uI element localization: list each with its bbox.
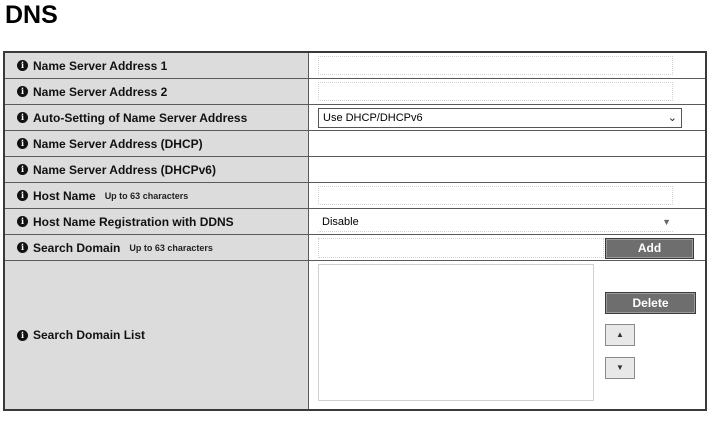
chevron-down-icon: ⌄ (667, 112, 677, 124)
label-cell: i Host Name Up to 63 characters (3, 182, 309, 209)
name-server-1-label: Name Server Address 1 (33, 58, 168, 73)
label-cell: i Name Server Address 1 (3, 51, 309, 79)
move-up-button[interactable]: ▲ (605, 324, 635, 346)
move-down-button[interactable]: ▼ (605, 357, 635, 379)
dhcpv6-label: Name Server Address (DHCPv6) (33, 162, 216, 177)
value-cell (308, 78, 707, 105)
auto-setting-select[interactable]: Use DHCP/DHCPv6 ⌄ (318, 108, 682, 128)
dns-settings-table: i Name Server Address 1 i Name Server Addr… (3, 51, 707, 411)
value-cell: Disable ▼ (308, 208, 707, 235)
host-name-note: Up to 63 characters (104, 190, 189, 201)
label-cell: i Name Server Address (DHCPv6) (3, 156, 309, 183)
row-search-domain: i Search Domain Up to 63 characters Add (3, 234, 707, 261)
label-cell: i Auto-Setting of Name Server Address (3, 104, 309, 131)
label-cell: i Search Domain List (3, 260, 309, 411)
info-icon[interactable]: i (17, 86, 28, 97)
row-search-domain-list: i Search Domain List Delete ▲ ▼ (3, 260, 707, 411)
ddns-selected-value: Disable (322, 216, 359, 228)
search-domain-label: Search Domain (33, 240, 121, 255)
delete-button[interactable]: Delete (605, 292, 696, 314)
add-button[interactable]: Add (605, 238, 694, 259)
label-cell: i Host Name Registration with DDNS (3, 208, 309, 235)
dhcp-label: Name Server Address (DHCP) (33, 136, 203, 151)
label-cell: i Name Server Address (DHCP) (3, 130, 309, 157)
info-icon[interactable]: i (17, 329, 28, 341)
ddns-label: Host Name Registration with DDNS (33, 214, 234, 229)
label-cell: i Search Domain Up to 63 characters (3, 234, 309, 261)
info-icon[interactable]: i (17, 164, 28, 175)
row-ddns: i Host Name Registration with DDNS Disabl… (3, 208, 707, 235)
info-icon[interactable]: i (17, 242, 28, 253)
search-domain-input[interactable] (318, 238, 604, 258)
name-server-2-label: Name Server Address 2 (33, 84, 168, 99)
info-icon[interactable]: i (17, 216, 28, 227)
value-cell: Use DHCP/DHCPv6 ⌄ (308, 104, 707, 131)
arrow-down-icon: ▼ (616, 363, 624, 372)
row-name-server-2: i Name Server Address 2 (3, 78, 707, 105)
row-dhcp: i Name Server Address (DHCP) (3, 130, 707, 157)
info-icon[interactable]: i (17, 112, 28, 123)
page-title: DNS (5, 1, 58, 29)
ddns-select[interactable]: Disable ▼ (318, 212, 673, 232)
value-cell: Add (308, 234, 707, 261)
name-server-2-input[interactable] (318, 82, 673, 101)
search-domain-listbox[interactable] (318, 264, 594, 401)
search-domain-list-label: Search Domain List (33, 328, 146, 342)
search-domain-note: Up to 63 characters (129, 242, 213, 253)
info-icon[interactable]: i (17, 60, 28, 71)
name-server-1-input[interactable] (318, 56, 673, 75)
info-icon[interactable]: i (17, 138, 28, 149)
row-host-name: i Host Name Up to 63 characters (3, 182, 707, 209)
info-icon[interactable]: i (17, 190, 28, 201)
dhcp-value (308, 130, 707, 157)
row-auto-setting: i Auto-Setting of Name Server Address Use… (3, 104, 707, 131)
row-name-server-1: i Name Server Address 1 (3, 51, 707, 79)
value-cell: Delete ▲ ▼ (308, 260, 707, 411)
dhcpv6-value (308, 156, 707, 183)
value-cell (308, 182, 707, 209)
label-cell: i Name Server Address 2 (3, 78, 309, 105)
host-name-input[interactable] (318, 186, 673, 205)
arrow-up-icon: ▲ (616, 330, 624, 339)
chevron-down-icon: ▼ (662, 217, 671, 227)
auto-setting-label: Auto-Setting of Name Server Address (33, 110, 248, 125)
row-dhcpv6: i Name Server Address (DHCPv6) (3, 156, 707, 183)
value-cell (308, 51, 707, 79)
auto-setting-selected-value: Use DHCP/DHCPv6 (323, 112, 423, 124)
host-name-label: Host Name (33, 188, 96, 203)
